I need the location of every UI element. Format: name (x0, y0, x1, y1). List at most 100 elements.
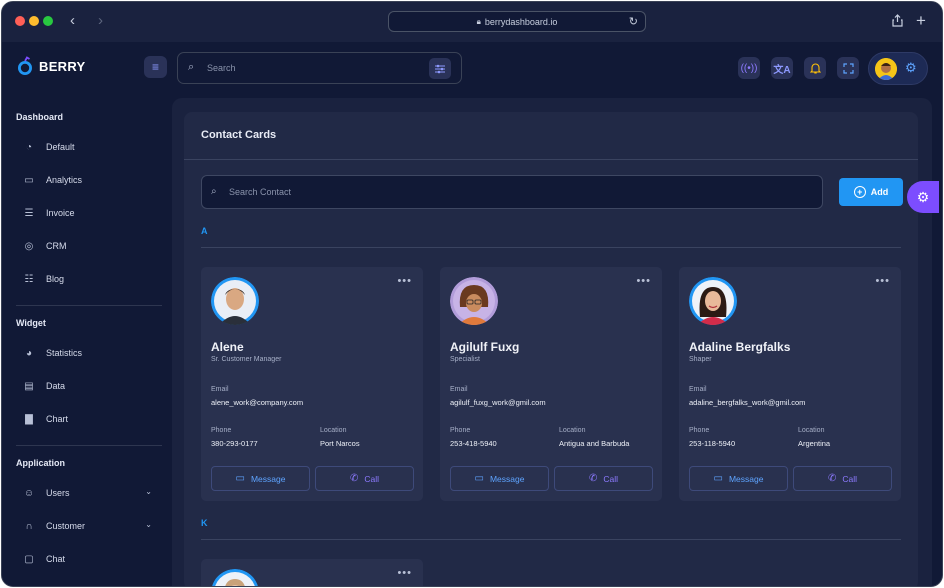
berry-logo-icon (16, 56, 34, 76)
translate-icon: 文A (773, 64, 791, 76)
sidebar-item-label: Default (46, 142, 75, 152)
call-button[interactable]: ✆ Call (793, 466, 892, 491)
call-button[interactable]: ✆ Call (554, 466, 653, 491)
contact-location: Argentina (798, 439, 831, 448)
settings-gear-icon[interactable]: ⚙ (905, 60, 917, 76)
sidebar-item-blog[interactable]: ☷ Blog (22, 269, 162, 289)
call-button[interactable]: ✆ Call (315, 466, 414, 491)
sidebar-item-data[interactable]: ▤ Data (22, 376, 162, 396)
profile-menu[interactable]: ⚙ (868, 52, 928, 85)
message-button[interactable]: ▭ Message (211, 466, 310, 491)
phone-label: Phone (450, 427, 471, 434)
sidebar-item-statistics[interactable]: ◕ Statistics (22, 343, 162, 363)
message-button-label: Message (489, 473, 525, 484)
more-options-icon[interactable]: ••• (397, 275, 412, 287)
browser-window: ‹ › 🔒︎ berrydashboard.io ↻ + BERRY ≡ ⌕ S… (1, 1, 943, 587)
global-search[interactable]: ⌕ Search (177, 52, 462, 84)
message-icon: ▭ (474, 473, 484, 484)
group-divider (201, 247, 901, 248)
message-button-label: Message (728, 473, 764, 484)
browser-titlebar: ‹ › 🔒︎ berrydashboard.io ↻ + (2, 2, 942, 42)
contact-email: adaline_bergfalks_work@gmil.com (689, 398, 806, 407)
monitor-icon: ▭ (24, 174, 34, 186)
more-options-icon[interactable]: ••• (636, 275, 651, 287)
sidebar-item-analytics[interactable]: ▭ Analytics (22, 170, 162, 190)
sidebar-item-invoice[interactable]: ☰ Invoice (22, 203, 162, 223)
sidebar-item-label: Chart (46, 414, 69, 424)
search-filter-button[interactable] (429, 58, 451, 79)
contact-avatar (211, 569, 259, 586)
phone-icon: ✆ (588, 473, 598, 484)
headset-icon: ∩ (25, 520, 33, 532)
contact-location: Port Narcos (320, 439, 360, 448)
location-label: Location (559, 427, 586, 434)
sidebar-item-label: Invoice (46, 208, 75, 218)
sidebar-item-chart[interactable]: ▇ Chart (22, 409, 162, 429)
reload-icon[interactable]: ↻ (629, 15, 638, 28)
plus-circle-icon: + (853, 186, 866, 198)
url-text: berrydashboard.io (484, 16, 558, 27)
contact-search-field[interactable]: ⌕ Search Contact (201, 175, 823, 209)
customize-settings-button[interactable]: ⚙ (907, 181, 939, 213)
fullscreen-button[interactable] (837, 57, 859, 79)
sidebar-item-users[interactable]: ☺ Users ⌄ (22, 483, 162, 503)
chevron-down-icon: ⌄ (145, 487, 152, 496)
user-icon: ☺ (23, 487, 35, 499)
contact-avatar (450, 277, 498, 325)
address-bar[interactable]: 🔒︎ berrydashboard.io ↻ (388, 11, 646, 32)
call-button-label: Call (603, 473, 619, 484)
location-label: Location (798, 427, 825, 434)
chart-bar-icon: ▇ (25, 413, 33, 425)
new-tab-icon[interactable]: + (916, 11, 926, 31)
close-window-button[interactable] (15, 16, 25, 26)
search-input[interactable]: Search (207, 63, 236, 73)
forward-arrow-icon[interactable]: › (98, 12, 103, 30)
notifications-button[interactable] (804, 57, 826, 79)
message-button[interactable]: ▭ Message (689, 466, 788, 491)
sidebar-item-label: Analytics (46, 175, 83, 185)
broadcast-icon: ((•)) (740, 62, 758, 74)
bell-icon (809, 63, 821, 74)
search-icon: ⌕ (188, 61, 195, 73)
phone-icon: ✆ (827, 473, 837, 484)
menu-toggle-button[interactable]: ≡ (144, 56, 167, 78)
more-options-icon[interactable]: ••• (875, 275, 890, 287)
email-label: Email (211, 386, 229, 393)
phone-label: Phone (689, 427, 710, 434)
add-contact-button[interactable]: + Add (839, 178, 903, 206)
share-icon[interactable] (892, 14, 903, 30)
settings-gear-icon: ⚙ (916, 188, 930, 205)
maximize-window-button[interactable] (43, 16, 53, 26)
contact-role: Sr. Customer Manager (211, 356, 282, 363)
broadcast-button[interactable]: ((•)) (738, 57, 760, 79)
sidebar-item-chat[interactable]: ▢ Chat (22, 549, 162, 569)
group-divider (201, 539, 901, 540)
language-button[interactable]: 文A (771, 57, 793, 79)
sidebar-section-widget: Widget (16, 318, 46, 328)
app-header: BERRY ≡ ⌕ Search ((•)) 文A ⚙ (2, 42, 942, 94)
sidebar-item-customer[interactable]: ∩ Customer ⌄ (22, 516, 162, 536)
sidebar-section-dashboard: Dashboard (16, 112, 64, 122)
contact-search-input[interactable]: Search Contact (229, 187, 291, 197)
more-options-icon[interactable]: ••• (397, 567, 412, 579)
sidebar-item-crm[interactable]: ◎ CRM (22, 236, 162, 256)
minimize-window-button[interactable] (29, 16, 39, 26)
contact-name: Alene (211, 340, 244, 354)
contact-email: agilulf_fuxg_work@gmil.com (450, 398, 546, 407)
message-button-label: Message (250, 473, 286, 484)
call-button-label: Call (364, 473, 380, 484)
contact-email: alene_work@company.com (211, 398, 304, 407)
search-icon: ⌕ (211, 186, 217, 197)
sidebar-item-default[interactable]: ◔ Default (22, 137, 162, 157)
back-arrow-icon[interactable]: ‹ (70, 12, 75, 30)
contact-card: ••• (201, 559, 423, 586)
group-letter-a: A (201, 226, 208, 236)
contact-card: ••• Adaline Bergfalks Shaper Email adali… (679, 267, 901, 501)
message-button[interactable]: ▭ Message (450, 466, 549, 491)
hamburger-icon: ≡ (151, 60, 159, 74)
brand-logo[interactable]: BERRY (16, 56, 86, 76)
chevron-down-icon: ⌄ (145, 520, 152, 529)
message-icon: ▭ (713, 473, 723, 484)
dashboard-gauge-icon: ◔ (25, 141, 33, 153)
clipboard-icon: ▤ (24, 380, 34, 392)
